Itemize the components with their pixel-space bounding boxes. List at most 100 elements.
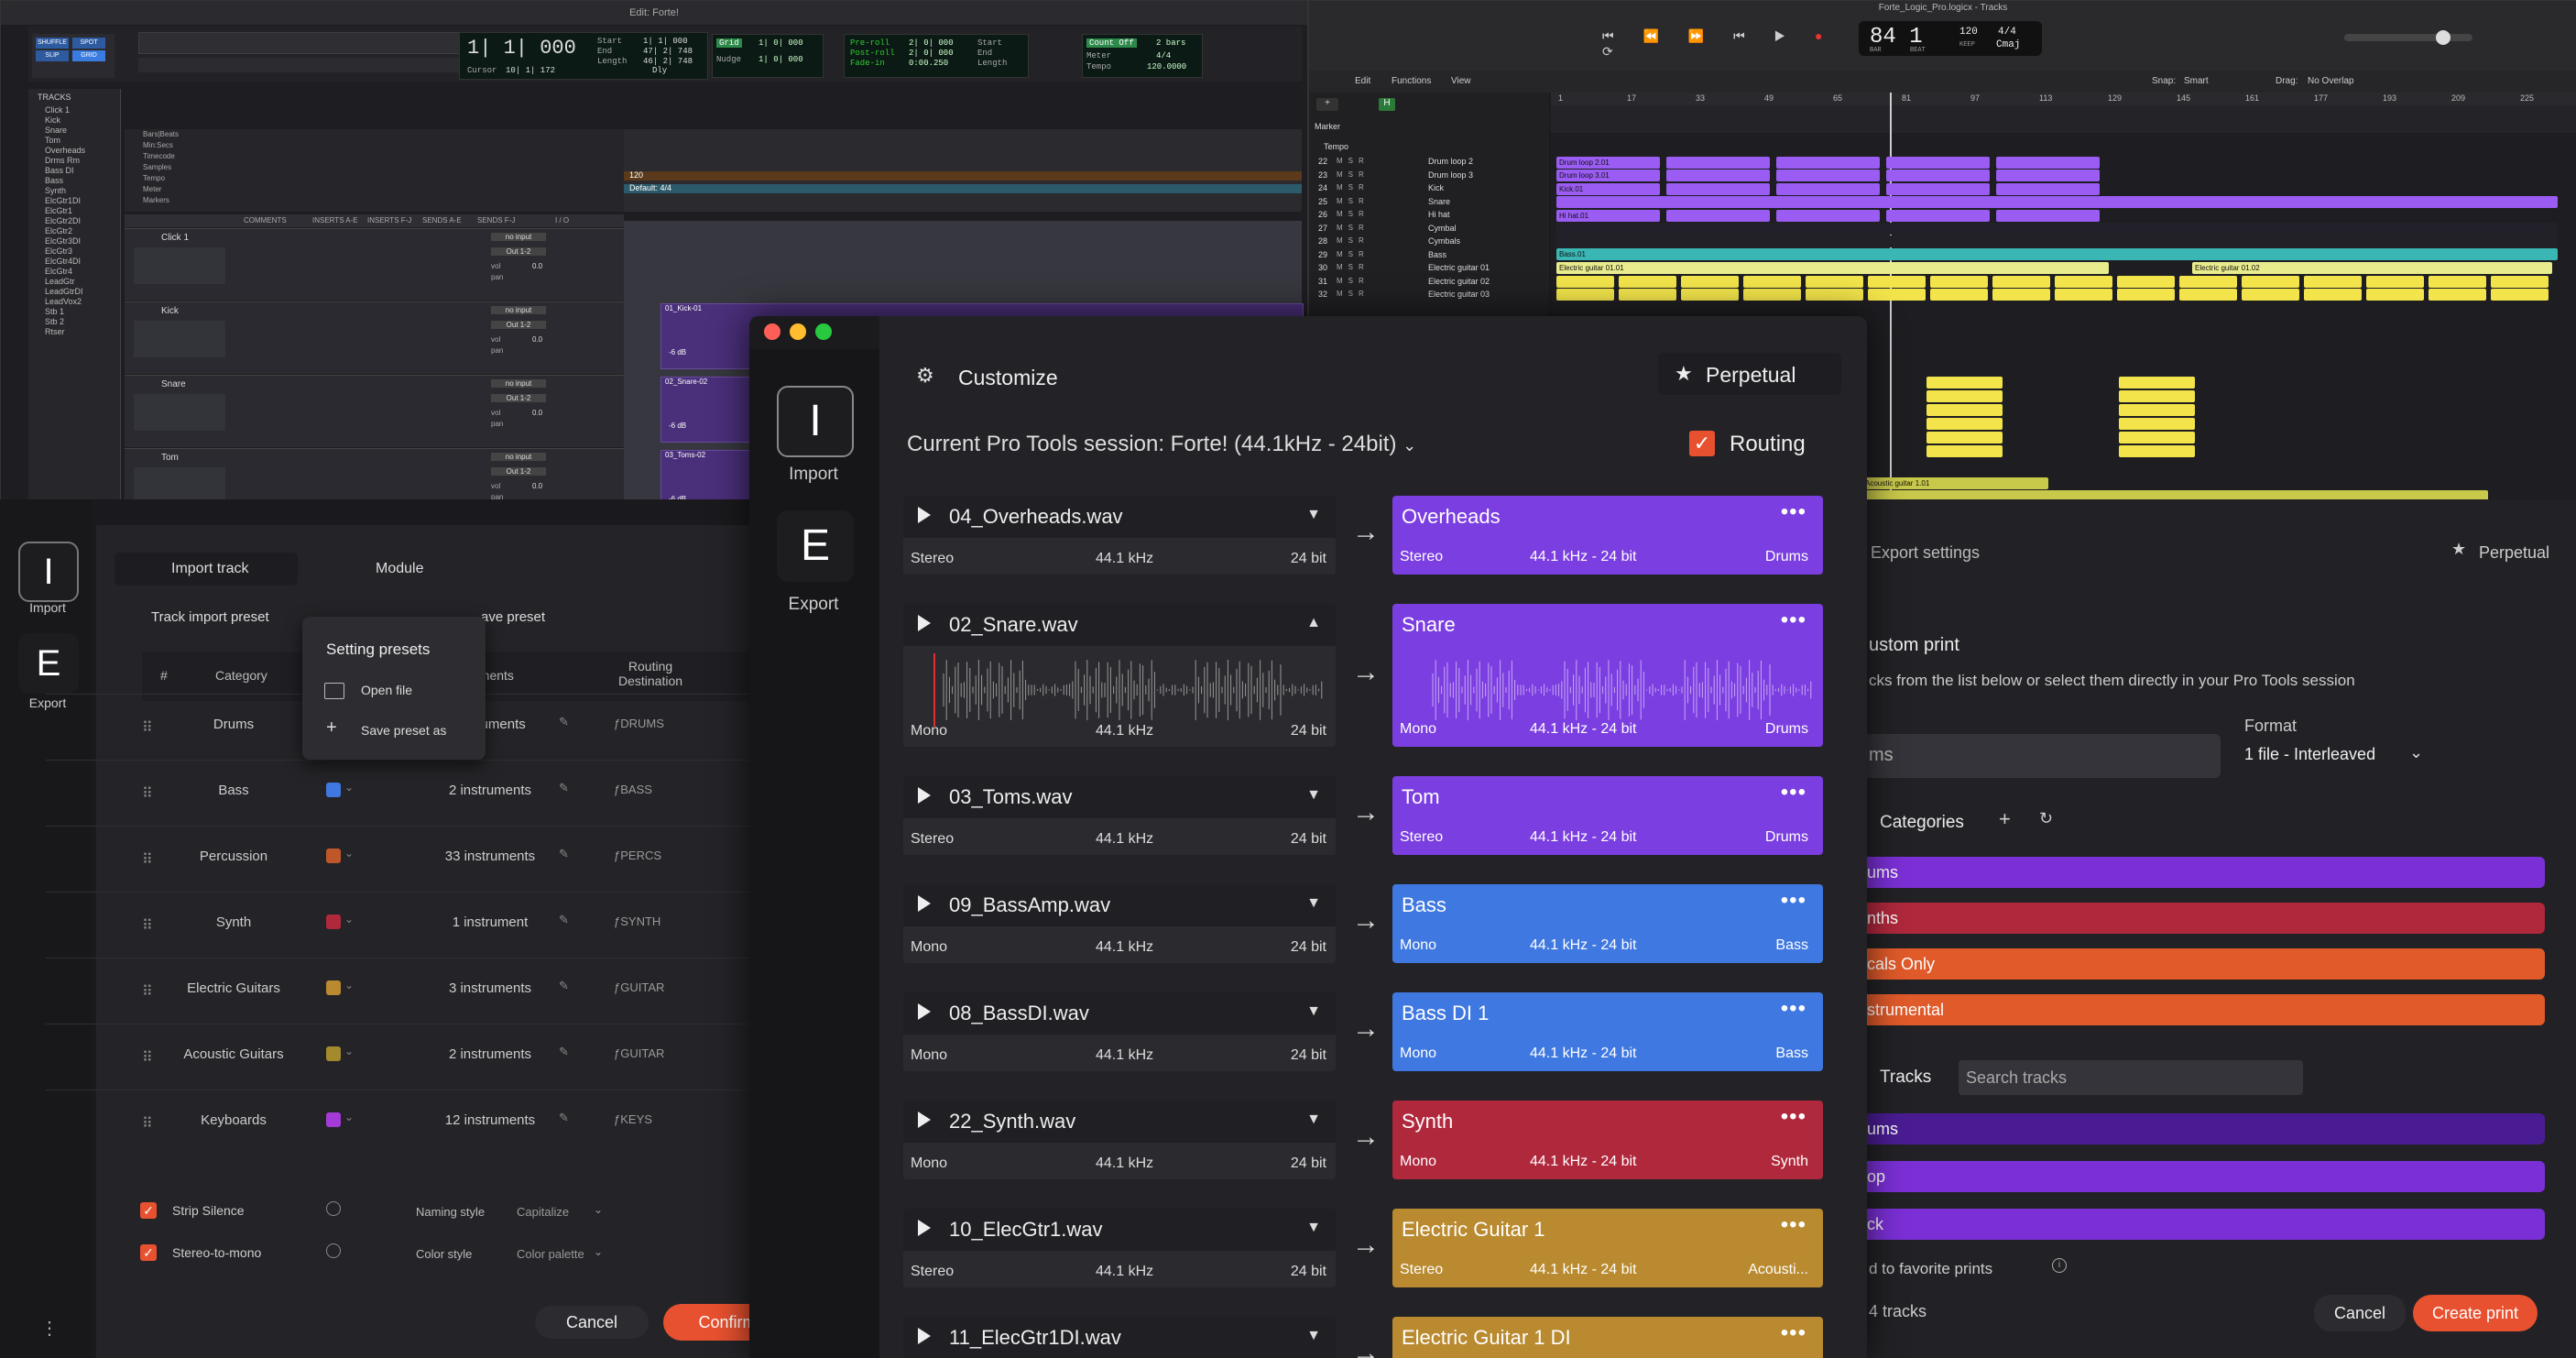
input-selector[interactable]: no input — [491, 379, 546, 388]
more-options-icon[interactable]: ••• — [1781, 1212, 1806, 1238]
source-file-row[interactable]: 09_BassAmp.wav ▼ Mono 44.1 kHz 24 bit — [903, 884, 1336, 963]
logic-region[interactable] — [1806, 289, 1863, 301]
logic-region[interactable]: Kick.01 — [1556, 183, 1660, 195]
logic-region[interactable]: Electric guitar 01.02 — [2192, 262, 2552, 274]
track-list-item[interactable]: ElcGtr4DI — [28, 257, 120, 267]
logic-region[interactable] — [1776, 170, 1880, 181]
track-list-item[interactable]: ElcGtr3DI — [28, 236, 120, 246]
end-value[interactable]: 47| 2| 748 — [643, 47, 693, 57]
drag-handle-icon[interactable]: ⠿ — [142, 718, 153, 737]
logic-region[interactable] — [2119, 418, 2195, 430]
logic-region[interactable] — [1776, 210, 1880, 222]
chevron-down-icon[interactable]: ▼ — [1306, 787, 1321, 804]
track-buttons[interactable]: MSR — [1337, 197, 1370, 205]
logic-region[interactable] — [1992, 289, 2050, 301]
destination-track-card[interactable]: Snare ••• Mono 44.1 kHz - 24 bit Drums — [1392, 604, 1823, 747]
chevron-down-icon[interactable]: ▼ — [1306, 895, 1321, 912]
logic-region[interactable] — [1930, 289, 1988, 301]
main-counter[interactable]: 1| 1| 000 Start End Length 1| 1| 000 47|… — [459, 32, 708, 80]
edit-modes[interactable]: SHUFFLE SPOT SLIP GRID — [32, 34, 115, 78]
edit-icon[interactable]: ✎ — [559, 847, 569, 861]
logic-region[interactable] — [1886, 170, 1990, 181]
logic-track-header[interactable]: 29 MSR Bass — [1309, 250, 1549, 263]
source-file-row[interactable]: 11_ElecGtr1DI.wav ▼ — [903, 1317, 1336, 1358]
logic-track-header[interactable]: 26 MSR Hi hat — [1309, 210, 1549, 223]
output-selector[interactable]: Out 1-2 — [491, 394, 546, 402]
track-list-item[interactable]: Overheads — [28, 146, 120, 156]
time-signature[interactable]: 4/4 — [1998, 27, 2016, 38]
destination-track-card[interactable]: Electric Guitar 1 DI ••• — [1392, 1317, 1823, 1358]
logic-region[interactable]: Bass.01 — [1556, 248, 2558, 260]
logic-region[interactable] — [2304, 289, 2362, 301]
minimize-window-button[interactable] — [790, 323, 806, 340]
track-list-item[interactable]: Bass — [28, 176, 120, 186]
logic-region[interactable]: Electric guitar 01.01 — [1556, 262, 2109, 274]
destination-track-card[interactable]: Electric Guitar 1 ••• Stereo 44.1 kHz - 24 … — [1392, 1209, 1823, 1287]
logic-region[interactable] — [2366, 276, 2424, 288]
lcd-display[interactable]: 84 1 BAR BEAT 120 KEEP 4/4 Cmaj — [1859, 21, 2042, 56]
track-name[interactable]: Click 1 — [161, 233, 189, 243]
fadein-value[interactable]: 0:00.250 — [909, 59, 954, 69]
track-name[interactable]: Snare — [161, 379, 186, 389]
track-list-item[interactable]: Drms Rm — [28, 156, 120, 166]
track-buttons[interactable]: MSR — [1337, 170, 1370, 179]
logic-track-header[interactable]: 22 MSR Drum loop 2 — [1309, 157, 1549, 170]
volume-value[interactable]: 0.0 — [532, 482, 542, 490]
logic-region[interactable] — [1666, 183, 1770, 195]
postroll-label[interactable]: Post-roll — [850, 49, 895, 59]
postroll-value[interactable]: 2| 0| 000 — [909, 49, 954, 59]
logic-region[interactable] — [2119, 404, 2195, 416]
track-list-item[interactable]: Stb 1 — [28, 307, 120, 317]
tab-module[interactable]: Module — [376, 561, 423, 577]
track-list-item[interactable]: Stb 2 — [28, 317, 120, 327]
export-nav-button[interactable]: E — [777, 510, 854, 582]
play-icon[interactable] — [918, 895, 931, 912]
logic-region[interactable] — [1619, 289, 1676, 301]
export-nav-button[interactable]: E — [18, 633, 79, 694]
more-options-icon[interactable]: ••• — [1781, 608, 1806, 633]
category-color-swatch[interactable] — [326, 783, 341, 797]
track-row[interactable]: Click 1 no input Out 1-2 vol 0.0 pan — [125, 228, 624, 301]
edit-icon[interactable]: ✎ — [559, 1045, 569, 1059]
logic-region[interactable]: Drum loop 2.01 — [1556, 157, 1660, 169]
track-controls[interactable] — [134, 321, 225, 357]
track-buttons[interactable]: MSR — [1337, 224, 1370, 232]
chevron-down-icon[interactable]: ▼ — [1306, 507, 1321, 523]
track-name[interactable]: Kick — [161, 306, 179, 316]
logic-region[interactable] — [1666, 210, 1770, 222]
logic-region[interactable] — [1743, 276, 1801, 288]
category-color-swatch[interactable] — [326, 980, 341, 995]
track-controls[interactable] — [134, 247, 225, 284]
category-row[interactable]: ⠿ Keyboards ⌄ 12 instruments ✎ ƒKEYS — [46, 1090, 751, 1155]
save-preset-button[interactable]: ave preset — [481, 609, 545, 625]
category-color-swatch[interactable] — [326, 1112, 341, 1127]
track-name[interactable]: Tom — [161, 453, 179, 463]
track-list-item[interactable]: Kick — [28, 115, 120, 126]
logic-region[interactable] — [1806, 276, 1863, 288]
track-list-item[interactable]: Click 1 — [28, 105, 120, 115]
category-color-swatch[interactable] — [326, 914, 341, 929]
grid-label[interactable]: Grid — [716, 38, 742, 48]
logic-region[interactable] — [2429, 289, 2486, 301]
category-row[interactable]: ⠿ Synth ⌄ 1 instrument ✎ ƒSYNTH — [46, 892, 751, 957]
add-category-icon[interactable]: + — [1999, 807, 2011, 831]
logic-region[interactable] — [2119, 445, 2195, 457]
logic-region[interactable] — [1996, 210, 2100, 222]
track-list-item[interactable]: ElcGtr4 — [28, 267, 120, 277]
logic-region[interactable] — [1927, 404, 2003, 416]
logic-track-header[interactable]: 23 MSR Drum loop 3 — [1309, 170, 1549, 183]
drag-handle-icon[interactable]: ⠿ — [142, 784, 153, 803]
category-bar[interactable]: strumental — [1861, 994, 2545, 1025]
logic-track-header[interactable]: 27 MSR Cymbal — [1309, 224, 1549, 236]
logic-region[interactable] — [2429, 276, 2486, 288]
volume-value[interactable]: 0.0 — [532, 262, 542, 270]
logic-region[interactable] — [1619, 276, 1676, 288]
track-controls[interactable] — [134, 467, 225, 500]
start-value[interactable]: 1| 1| 000 — [643, 37, 693, 47]
logic-track-header[interactable]: 28 MSR Cymbals — [1309, 236, 1549, 249]
track-list-item[interactable]: ElcGtr2DI — [28, 216, 120, 226]
track-list-item[interactable]: ElcGtr1 — [28, 206, 120, 216]
chevron-down-icon[interactable]: ▼ — [1306, 1220, 1321, 1236]
edit-menu[interactable]: Edit — [1355, 76, 1370, 86]
category-row[interactable]: ⠿ Electric Guitars ⌄ 3 instruments ✎ ƒGUITAR — [46, 958, 751, 1023]
